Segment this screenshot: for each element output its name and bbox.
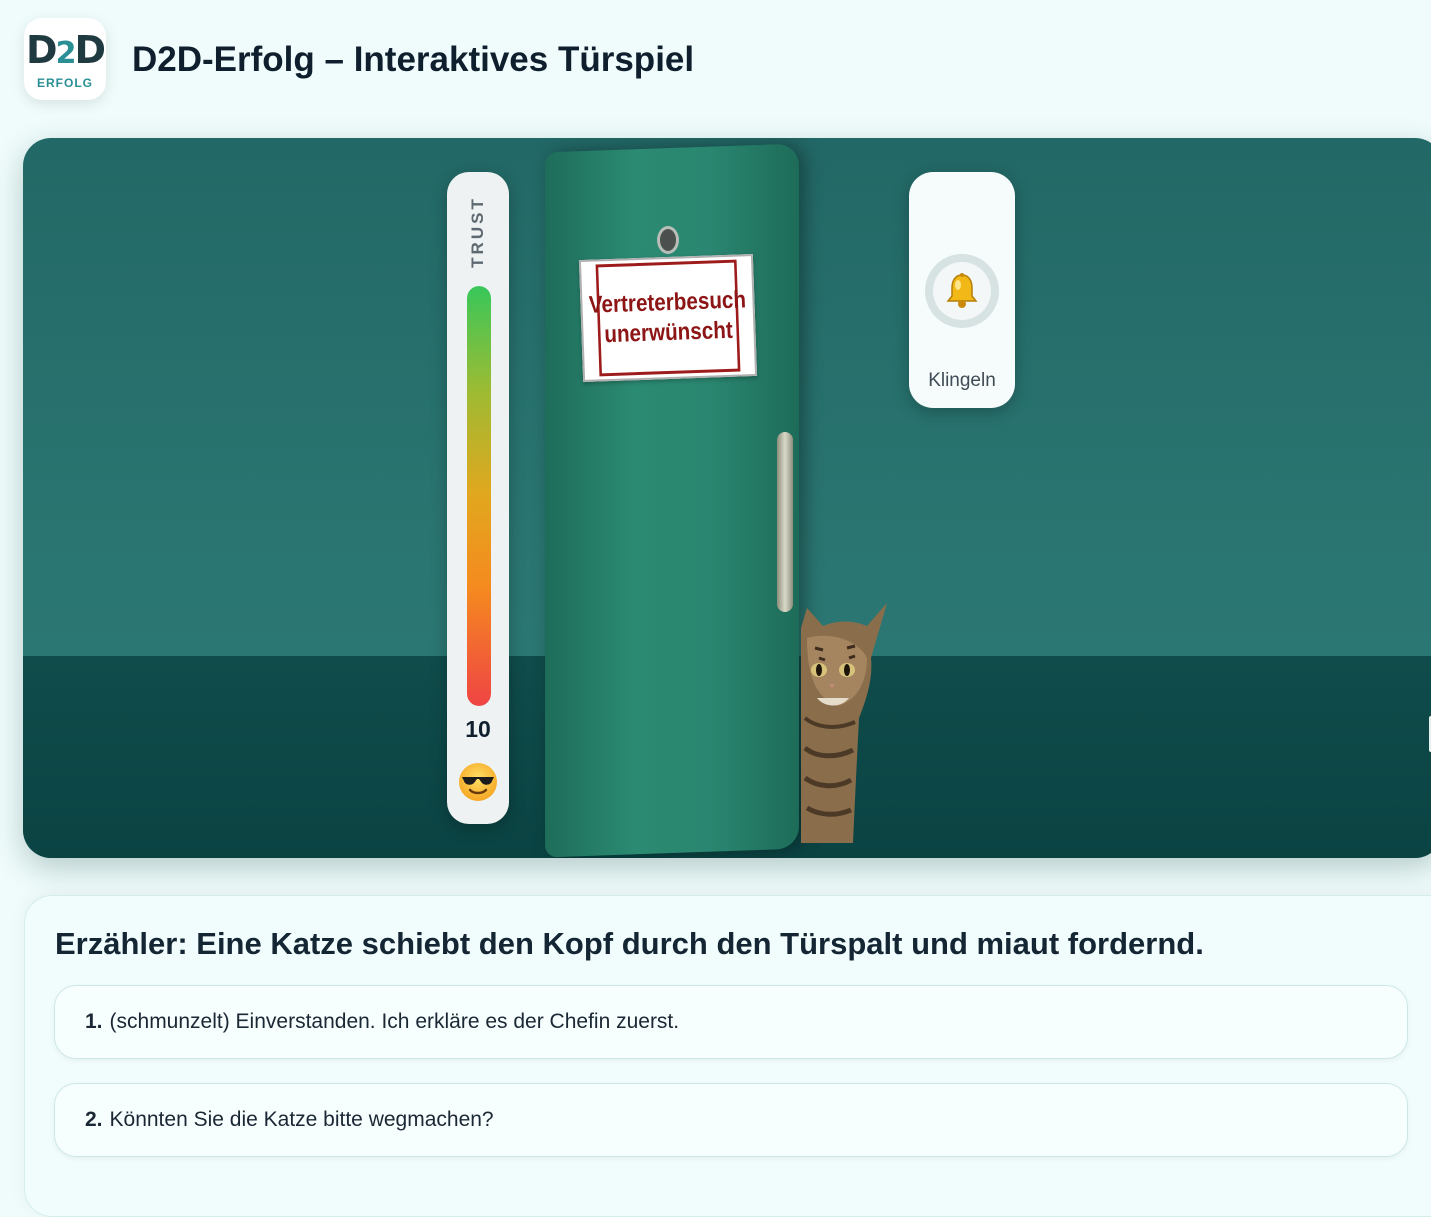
door-handle <box>777 432 793 612</box>
trust-bar-track <box>467 286 491 706</box>
doorbell-panel: Klingeln <box>909 172 1015 408</box>
dialogue-panel: Erzähler: Eine Katze schiebt den Kopf du… <box>24 895 1431 1217</box>
ring-doorbell-button[interactable] <box>925 254 999 328</box>
answer-option-1[interactable]: 1. (schmunzelt) Einverstanden. Ich erklä… <box>54 985 1408 1059</box>
peephole-icon <box>657 226 679 254</box>
logo-subtext: ERFOLG <box>37 76 93 90</box>
answer-option-text: (schmunzelt) Einverstanden. Ich erkläre … <box>109 1010 680 1033</box>
answer-option-text: Könnten Sie die Katze bitte wegmachen? <box>109 1108 494 1131</box>
answer-option-number: 2. <box>85 1108 103 1131</box>
answer-option-2[interactable]: 2. Könnten Sie die Katze bitte wegmachen… <box>54 1083 1408 1157</box>
trust-bar-fill <box>467 286 491 706</box>
answer-option-number: 1. <box>85 1010 103 1033</box>
cat-image <box>801 603 887 843</box>
trust-value: 10 <box>465 716 491 742</box>
page-title: D2D-Erfolg – Interaktives Türspiel <box>132 40 695 79</box>
smiling-face-with-sunglasses-icon <box>459 763 497 801</box>
logo-mark: D2D <box>26 28 106 72</box>
bell-icon <box>946 273 978 308</box>
trust-label: TRUST <box>468 196 487 268</box>
ring-doorbell-label: Klingeln <box>928 370 996 391</box>
door-sign: Vertreterbesuch unerwünscht <box>578 254 758 382</box>
door-scene: Vertreterbesuch unerwünscht TRUST 10 Kli… <box>23 138 1431 858</box>
narration-text: Erzähler: Eine Katze schiebt den Kopf du… <box>55 926 1204 961</box>
app-logo: D2D ERFOLG <box>24 18 106 100</box>
door-sign-line-2: unerwünscht <box>603 316 734 349</box>
trust-meter: TRUST 10 <box>447 172 509 824</box>
